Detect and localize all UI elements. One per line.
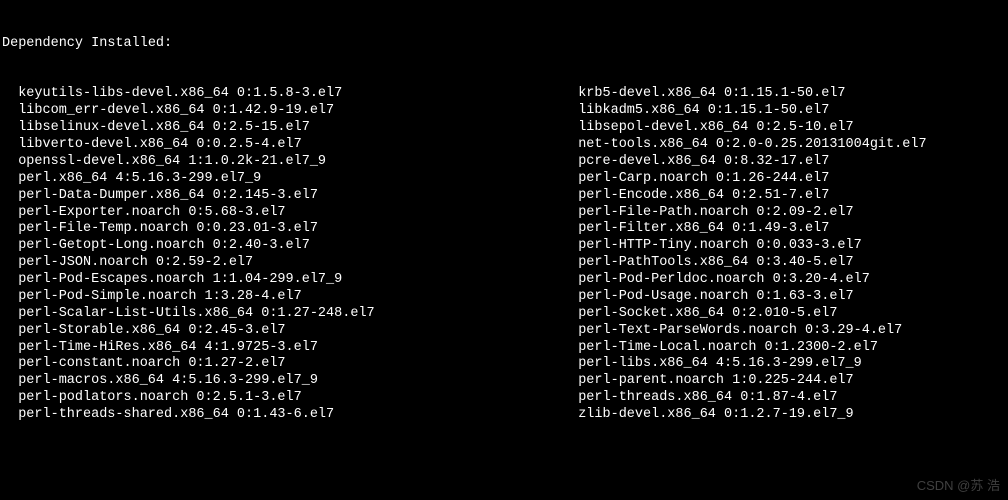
installed-pkg-left: keyutils-libs-devel.x86_64 0:1.5.8-3.el7 — [2, 86, 578, 103]
installed-pkg-left: perl-Pod-Escapes.noarch 1:1.04-299.el7_9 — [2, 272, 578, 289]
installed-pkg-right: perl-File-Path.noarch 0:2.09-2.el7 — [578, 205, 853, 222]
installed-pkg-left: perl-macros.x86_64 4:5.16.3-299.el7_9 — [2, 373, 578, 390]
installed-row: perl-Getopt-Long.noarch 0:2.40-3.el7perl… — [2, 238, 1008, 255]
installed-row: perl-threads-shared.x86_64 0:1.43-6.el7z… — [2, 407, 1008, 424]
installed-pkg-right: perl-Filter.x86_64 0:1.49-3.el7 — [578, 221, 829, 238]
installed-pkg-left: openssl-devel.x86_64 1:1.0.2k-21.el7_9 — [2, 154, 578, 171]
installed-row: perl-Time-HiRes.x86_64 4:1.9725-3.el7per… — [2, 340, 1008, 357]
installed-row: perl-Pod-Escapes.noarch 1:1.04-299.el7_9… — [2, 272, 1008, 289]
installed-pkg-right: perl-Pod-Usage.noarch 0:1.63-3.el7 — [578, 289, 853, 306]
installed-row: libverto-devel.x86_64 0:0.2.5-4.el7net-t… — [2, 137, 1008, 154]
installed-pkg-right: krb5-devel.x86_64 0:1.15.1-50.el7 — [578, 86, 845, 103]
installed-row: openssl-devel.x86_64 1:1.0.2k-21.el7_9pc… — [2, 154, 1008, 171]
installed-row: perl-constant.noarch 0:1.27-2.el7perl-li… — [2, 356, 1008, 373]
installed-pkg-left: perl-Getopt-Long.noarch 0:2.40-3.el7 — [2, 238, 578, 255]
dependency-installed-list: keyutils-libs-devel.x86_64 0:1.5.8-3.el7… — [2, 86, 1008, 424]
installed-pkg-right: perl-Encode.x86_64 0:2.51-7.el7 — [578, 188, 829, 205]
installed-row: perl-JSON.noarch 0:2.59-2.el7perl-PathTo… — [2, 255, 1008, 272]
installed-pkg-left: perl-JSON.noarch 0:2.59-2.el7 — [2, 255, 578, 272]
installed-row: perl.x86_64 4:5.16.3-299.el7_9perl-Carp.… — [2, 171, 1008, 188]
installed-pkg-left: perl-Exporter.noarch 0:5.68-3.el7 — [2, 205, 578, 222]
installed-row: perl-podlators.noarch 0:2.5.1-3.el7perl-… — [2, 390, 1008, 407]
dependency-installed-header: Dependency Installed: — [2, 36, 1008, 53]
installed-pkg-left: perl-Scalar-List-Utils.x86_64 0:1.27-248… — [2, 306, 578, 323]
installed-pkg-right: perl-Socket.x86_64 0:2.010-5.el7 — [578, 306, 837, 323]
installed-row: perl-Scalar-List-Utils.x86_64 0:1.27-248… — [2, 306, 1008, 323]
installed-row: perl-Pod-Simple.noarch 1:3.28-4.el7perl-… — [2, 289, 1008, 306]
installed-row: keyutils-libs-devel.x86_64 0:1.5.8-3.el7… — [2, 86, 1008, 103]
installed-pkg-left: perl-Pod-Simple.noarch 1:3.28-4.el7 — [2, 289, 578, 306]
installed-row: libselinux-devel.x86_64 0:2.5-15.el7libs… — [2, 120, 1008, 137]
installed-pkg-right: perl-PathTools.x86_64 0:3.40-5.el7 — [578, 255, 853, 272]
installed-pkg-right: perl-Time-Local.noarch 0:1.2300-2.el7 — [578, 340, 878, 357]
installed-row: perl-File-Temp.noarch 0:0.23.01-3.el7per… — [2, 221, 1008, 238]
installed-pkg-right: libsepol-devel.x86_64 0:2.5-10.el7 — [578, 120, 853, 137]
installed-pkg-left: libselinux-devel.x86_64 0:2.5-15.el7 — [2, 120, 578, 137]
blank-line — [2, 475, 1008, 492]
installed-pkg-right: perl-Pod-Perldoc.noarch 0:3.20-4.el7 — [578, 272, 870, 289]
installed-pkg-right: zlib-devel.x86_64 0:1.2.7-19.el7_9 — [578, 407, 853, 424]
installed-row: perl-Exporter.noarch 0:5.68-3.el7perl-Fi… — [2, 205, 1008, 222]
installed-pkg-left: perl-Storable.x86_64 0:2.45-3.el7 — [2, 323, 578, 340]
installed-pkg-left: perl-Data-Dumper.x86_64 0:2.145-3.el7 — [2, 188, 578, 205]
installed-pkg-right: perl-parent.noarch 1:0.225-244.el7 — [578, 373, 853, 390]
installed-pkg-right: net-tools.x86_64 0:2.0-0.25.20131004git.… — [578, 137, 926, 154]
installed-row: libcom_err-devel.x86_64 0:1.42.9-19.el7l… — [2, 103, 1008, 120]
installed-pkg-right: perl-Carp.noarch 0:1.26-244.el7 — [578, 171, 829, 188]
installed-row: perl-Storable.x86_64 0:2.45-3.el7perl-Te… — [2, 323, 1008, 340]
installed-pkg-left: perl-constant.noarch 0:1.27-2.el7 — [2, 356, 578, 373]
installed-pkg-right: perl-HTTP-Tiny.noarch 0:0.033-3.el7 — [578, 238, 862, 255]
installed-pkg-right: perl-Text-ParseWords.noarch 0:3.29-4.el7 — [578, 323, 902, 340]
installed-pkg-right: libkadm5.x86_64 0:1.15.1-50.el7 — [578, 103, 829, 120]
installed-pkg-left: perl-podlators.noarch 0:2.5.1-3.el7 — [2, 390, 578, 407]
installed-pkg-right: perl-libs.x86_64 4:5.16.3-299.el7_9 — [578, 356, 862, 373]
installed-pkg-left: perl-threads-shared.x86_64 0:1.43-6.el7 — [2, 407, 578, 424]
terminal-output: Dependency Installed: keyutils-libs-deve… — [0, 0, 1008, 500]
installed-pkg-left: perl-Time-HiRes.x86_64 4:1.9725-3.el7 — [2, 340, 578, 357]
installed-pkg-right: pcre-devel.x86_64 0:8.32-17.el7 — [578, 154, 829, 171]
installed-pkg-left: libverto-devel.x86_64 0:0.2.5-4.el7 — [2, 137, 578, 154]
installed-pkg-left: libcom_err-devel.x86_64 0:1.42.9-19.el7 — [2, 103, 578, 120]
installed-row: perl-macros.x86_64 4:5.16.3-299.el7_9per… — [2, 373, 1008, 390]
installed-row: perl-Data-Dumper.x86_64 0:2.145-3.el7per… — [2, 188, 1008, 205]
installed-pkg-left: perl.x86_64 4:5.16.3-299.el7_9 — [2, 171, 578, 188]
installed-pkg-left: perl-File-Temp.noarch 0:0.23.01-3.el7 — [2, 221, 578, 238]
installed-pkg-right: perl-threads.x86_64 0:1.87-4.el7 — [578, 390, 837, 407]
